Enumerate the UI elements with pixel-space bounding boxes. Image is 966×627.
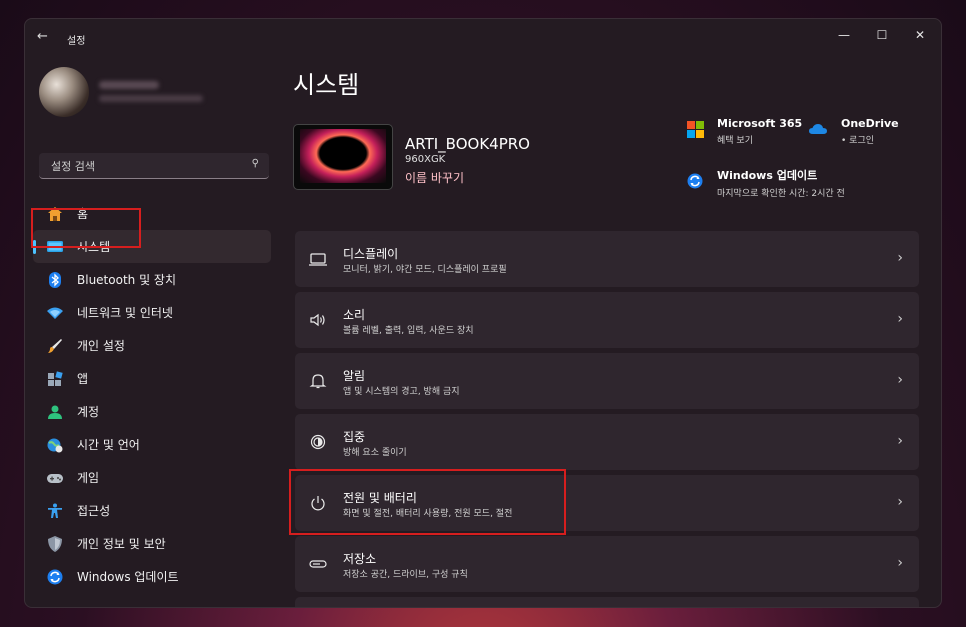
sidebar-item-label: Bluetooth 및 장치 — [77, 273, 177, 287]
onedrive-cloud-icon — [809, 124, 827, 134]
chevron-right-icon: › — [897, 372, 903, 388]
sidebar-item-label: 개인 설정 — [77, 339, 125, 353]
globe-clock-icon — [47, 437, 63, 453]
card-subtitle: 볼륨 레벨, 출력, 입력, 사운드 장치 — [343, 326, 474, 336]
sidebar-item-label: 앱 — [77, 372, 89, 386]
onedrive-subtitle: • 로그인 — [841, 136, 875, 146]
card-next-partial[interactable] — [295, 597, 919, 607]
bell-icon — [309, 373, 327, 389]
chevron-right-icon: › — [897, 311, 903, 327]
title-bar: ← 설정 — ☐ ✕ — [25, 19, 941, 55]
sidebar-item-label: 네트워크 및 인터넷 — [77, 306, 173, 320]
settings-window: ← 설정 — ☐ ✕ ⚲ 홈 시스템 — [24, 18, 942, 608]
card-title: 소리 — [343, 308, 366, 322]
card-focus[interactable]: 집중 방해 요소 줄이기 › — [295, 414, 919, 470]
sidebar-item-accessibility[interactable]: 접근성 — [33, 494, 271, 527]
shield-icon — [47, 535, 63, 552]
sidebar-item-gaming[interactable]: 게임 — [33, 461, 271, 494]
wallpaper-image — [300, 129, 386, 183]
card-notifications[interactable]: 알림 앱 및 시스템의 경고, 방해 금지 › — [295, 353, 919, 409]
maximize-button[interactable]: ☐ — [867, 25, 897, 45]
gamepad-icon — [47, 470, 63, 486]
sidebar-item-privacy[interactable]: 개인 정보 및 보안 — [33, 527, 271, 560]
sidebar-item-label: 접근성 — [77, 504, 111, 518]
app-title: 설정 — [67, 36, 86, 47]
card-title: 디스플레이 — [343, 247, 399, 261]
annotation-box-power-battery — [289, 469, 566, 535]
search-input[interactable] — [39, 153, 253, 179]
card-subtitle: 모니터, 밝기, 야간 모드, 디스플레이 프로필 — [343, 265, 507, 275]
user-name-blurred — [99, 81, 159, 89]
nav-list: 홈 시스템 Bluetooth 및 장치 네트워크 및 인터넷 개인 설정 앱 … — [33, 197, 271, 593]
m365-tile[interactable]: Microsoft 365 혜택 보기 — [687, 117, 802, 146]
card-title: 저장소 — [343, 552, 377, 566]
sidebar-item-time-language[interactable]: 시간 및 언어 — [33, 428, 271, 461]
card-display[interactable]: 디스플레이 모니터, 밝기, 야간 모드, 디스플레이 프로필 › — [295, 231, 919, 287]
settings-card-list: 디스플레이 모니터, 밝기, 야간 모드, 디스플레이 프로필 › 소리 볼륨 … — [295, 231, 919, 607]
annotation-box-system — [31, 208, 141, 248]
wifi-icon — [47, 305, 63, 321]
windows-update-title: Windows 업데이트 — [717, 169, 818, 182]
sidebar-item-label: 시간 및 언어 — [77, 438, 140, 452]
sidebar-item-label: 개인 정보 및 보안 — [77, 537, 166, 551]
rename-link[interactable]: 이름 바꾸기 — [405, 169, 464, 186]
sidebar-item-bluetooth[interactable]: Bluetooth 및 장치 — [33, 263, 271, 296]
card-subtitle: 저장소 공간, 드라이브, 구성 규칙 — [343, 570, 468, 580]
search-box[interactable]: ⚲ — [39, 153, 269, 179]
m365-title: Microsoft 365 — [717, 117, 803, 130]
close-button[interactable]: ✕ — [905, 25, 935, 45]
page-title: 시스템 — [293, 71, 360, 99]
device-name: ARTI_BOOK4PRO — [405, 135, 530, 153]
sidebar-item-personalization[interactable]: 개인 설정 — [33, 329, 271, 362]
windows-update-tile[interactable]: Windows 업데이트 마지막으로 확인한 시간: 2시간 전 — [687, 167, 845, 199]
windows-update-subtitle: 마지막으로 확인한 시간: 2시간 전 — [717, 189, 845, 199]
m365-subtitle: 혜택 보기 — [717, 136, 753, 146]
card-subtitle: 방해 요소 줄이기 — [343, 448, 407, 458]
update-icon — [687, 173, 703, 189]
sidebar-item-label: Windows 업데이트 — [77, 570, 179, 584]
device-model: 960XGK — [405, 154, 446, 165]
storage-icon — [309, 556, 327, 572]
brush-icon — [47, 338, 63, 354]
chevron-right-icon: › — [897, 555, 903, 571]
minimize-button[interactable]: — — [829, 25, 859, 45]
chevron-right-icon: › — [897, 494, 903, 510]
search-icon[interactable]: ⚲ — [252, 158, 259, 169]
card-subtitle: 앱 및 시스템의 경고, 방해 금지 — [343, 387, 460, 397]
sidebar-item-accounts[interactable]: 계정 — [33, 395, 271, 428]
accessibility-icon — [47, 503, 63, 519]
card-title: 알림 — [343, 369, 366, 383]
display-icon — [309, 251, 327, 267]
focus-icon — [309, 434, 327, 450]
sidebar: ⚲ 홈 시스템 Bluetooth 및 장치 — [25, 55, 285, 607]
card-storage[interactable]: 저장소 저장소 공간, 드라이브, 구성 규칙 › — [295, 536, 919, 592]
update-icon — [47, 569, 63, 585]
device-thumbnail — [293, 124, 393, 190]
user-email-blurred — [99, 95, 203, 102]
apps-icon — [47, 370, 63, 387]
sidebar-item-label: 계정 — [77, 405, 100, 419]
card-sound[interactable]: 소리 볼륨 레벨, 출력, 입력, 사운드 장치 › — [295, 292, 919, 348]
back-arrow-icon[interactable]: ← — [37, 29, 48, 44]
chevron-right-icon: › — [897, 433, 903, 449]
speaker-icon — [309, 312, 327, 328]
bluetooth-icon — [47, 271, 63, 288]
microsoft-logo-icon — [687, 121, 704, 138]
sidebar-item-network[interactable]: 네트워크 및 인터넷 — [33, 296, 271, 329]
card-title: 집중 — [343, 430, 366, 444]
sidebar-item-apps[interactable]: 앱 — [33, 362, 271, 395]
onedrive-title: OneDrive — [841, 117, 899, 130]
avatar[interactable] — [39, 67, 89, 117]
sidebar-item-label: 게임 — [77, 471, 100, 485]
onedrive-tile[interactable]: OneDrive • 로그인 — [809, 117, 899, 146]
sidebar-item-windows-update[interactable]: Windows 업데이트 — [33, 560, 271, 593]
person-icon — [47, 404, 63, 420]
chevron-right-icon: › — [897, 250, 903, 266]
